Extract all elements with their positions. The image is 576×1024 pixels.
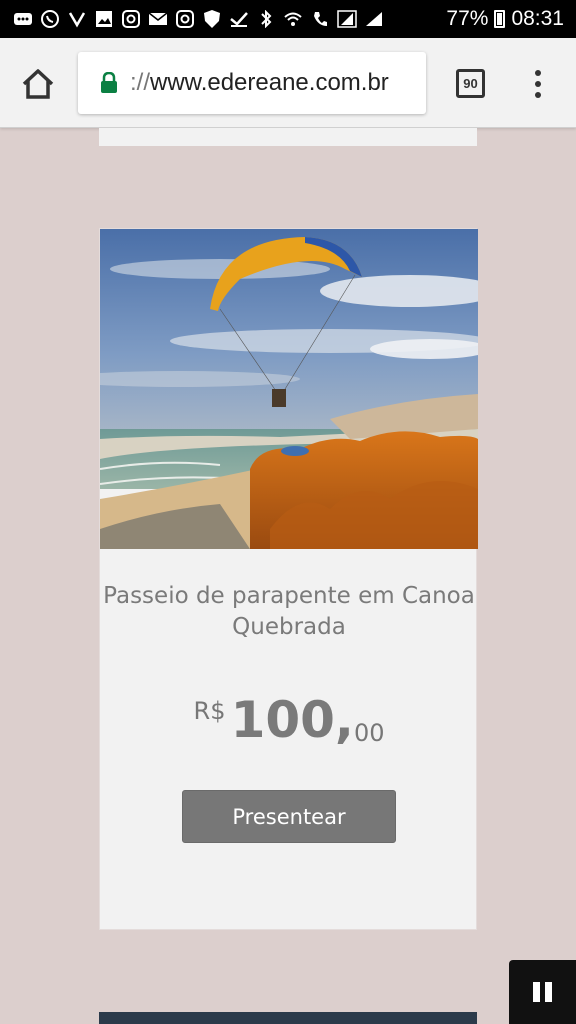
mail-icon <box>147 9 169 29</box>
clock: 08:31 <box>511 7 564 30</box>
battery-percent: 77% <box>446 7 489 30</box>
pause-bar <box>533 982 540 1002</box>
url-scheme: :// <box>130 69 151 96</box>
notification-icons <box>12 9 446 29</box>
price-currency: R$ <box>193 697 226 725</box>
shield-icon <box>201 9 223 29</box>
home-icon <box>22 69 54 99</box>
price-integer: 100, <box>230 691 354 749</box>
pause-button[interactable] <box>509 960 576 1024</box>
url-host: www.edereane.com.br <box>150 69 389 96</box>
home-button[interactable] <box>18 64 58 104</box>
status-bar: 77% 08:31 <box>0 0 576 38</box>
url-text: ://www.edereane.com.br <box>130 69 389 97</box>
image-icon <box>93 9 115 29</box>
product-title: Passeio de parapente em Canoa Quebrada <box>103 583 475 640</box>
pause-bar <box>545 982 552 1002</box>
instagram-icon <box>174 9 196 29</box>
product-image[interactable] <box>100 229 478 549</box>
product-price: R$ 100,00 <box>100 691 478 749</box>
message-icon <box>12 9 34 29</box>
bluetooth-vibrate-icon <box>255 9 277 29</box>
overflow-menu-button[interactable] <box>526 66 550 102</box>
check-icon <box>228 9 250 29</box>
product-card: Passeio de parapente em Canoa Quebrada R… <box>99 228 478 930</box>
signal-icon <box>363 9 385 29</box>
battery-icon <box>494 10 506 28</box>
price-cents: 00 <box>353 719 385 747</box>
vivo-icon <box>66 9 88 29</box>
menu-dot <box>535 81 541 87</box>
browser-toolbar: ://www.edereane.com.br 90 <box>0 38 576 128</box>
next-product-card[interactable] <box>99 1012 477 1024</box>
menu-dot <box>535 92 541 98</box>
lock-icon <box>100 71 118 94</box>
tab-switcher-button[interactable]: 90 <box>456 69 485 98</box>
gift-button[interactable]: Presentear <box>182 790 396 843</box>
previous-product-card <box>99 128 477 146</box>
menu-dot <box>535 70 541 76</box>
phone-icon <box>309 9 331 29</box>
instagram-icon <box>120 9 142 29</box>
address-bar[interactable]: ://www.edereane.com.br <box>78 52 426 114</box>
whatsapp-icon <box>39 9 61 29</box>
signal-icon <box>336 9 358 29</box>
wifi-icon <box>282 9 304 29</box>
